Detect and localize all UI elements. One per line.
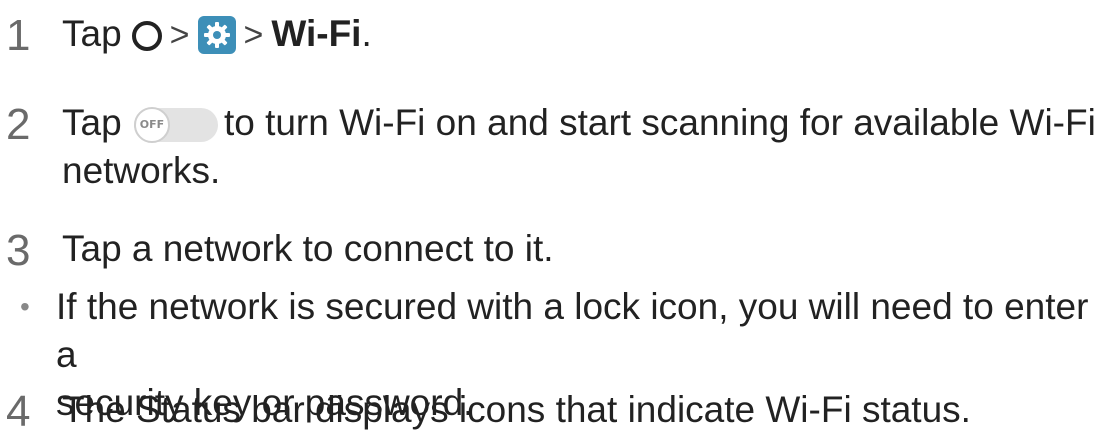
step-text: Tap OFF to turn Wi-Fi on and start scanni…	[62, 99, 1104, 195]
home-button-icon	[131, 21, 162, 51]
step-body-line2: networks.	[62, 150, 221, 191]
step-body-line1: to turn Wi-Fi on and start scanning for …	[223, 102, 1096, 143]
off-toggle-icon: OFF	[133, 107, 218, 143]
bullet-point: •	[20, 291, 30, 322]
step-text: The Status bar displays icons that indic…	[62, 389, 971, 430]
step-tap-word: Tap	[62, 13, 122, 54]
step-number: 1	[6, 11, 31, 60]
instruction-document: 1 Tap > > Wi-Fi. 2 Tap OFF to turn Wi-Fi on …	[0, 0, 1112, 436]
wifi-menu-label: Wi-Fi	[271, 13, 362, 54]
step-tap-word: Tap	[62, 102, 122, 143]
settings-gear-icon	[197, 16, 236, 54]
step-text: Tap a network to connect to it.	[62, 228, 554, 269]
period: .	[361, 13, 372, 54]
step-text: Tap > > Wi-Fi.	[62, 10, 1104, 59]
step-number: 4	[6, 387, 31, 436]
note-line1: If the network is secured with a lock ic…	[56, 286, 1089, 375]
step-number: 2	[6, 100, 31, 149]
toggle-knob: OFF	[133, 107, 170, 143]
separator: >	[243, 16, 264, 54]
separator: >	[169, 16, 190, 54]
step-number: 3	[6, 226, 31, 275]
